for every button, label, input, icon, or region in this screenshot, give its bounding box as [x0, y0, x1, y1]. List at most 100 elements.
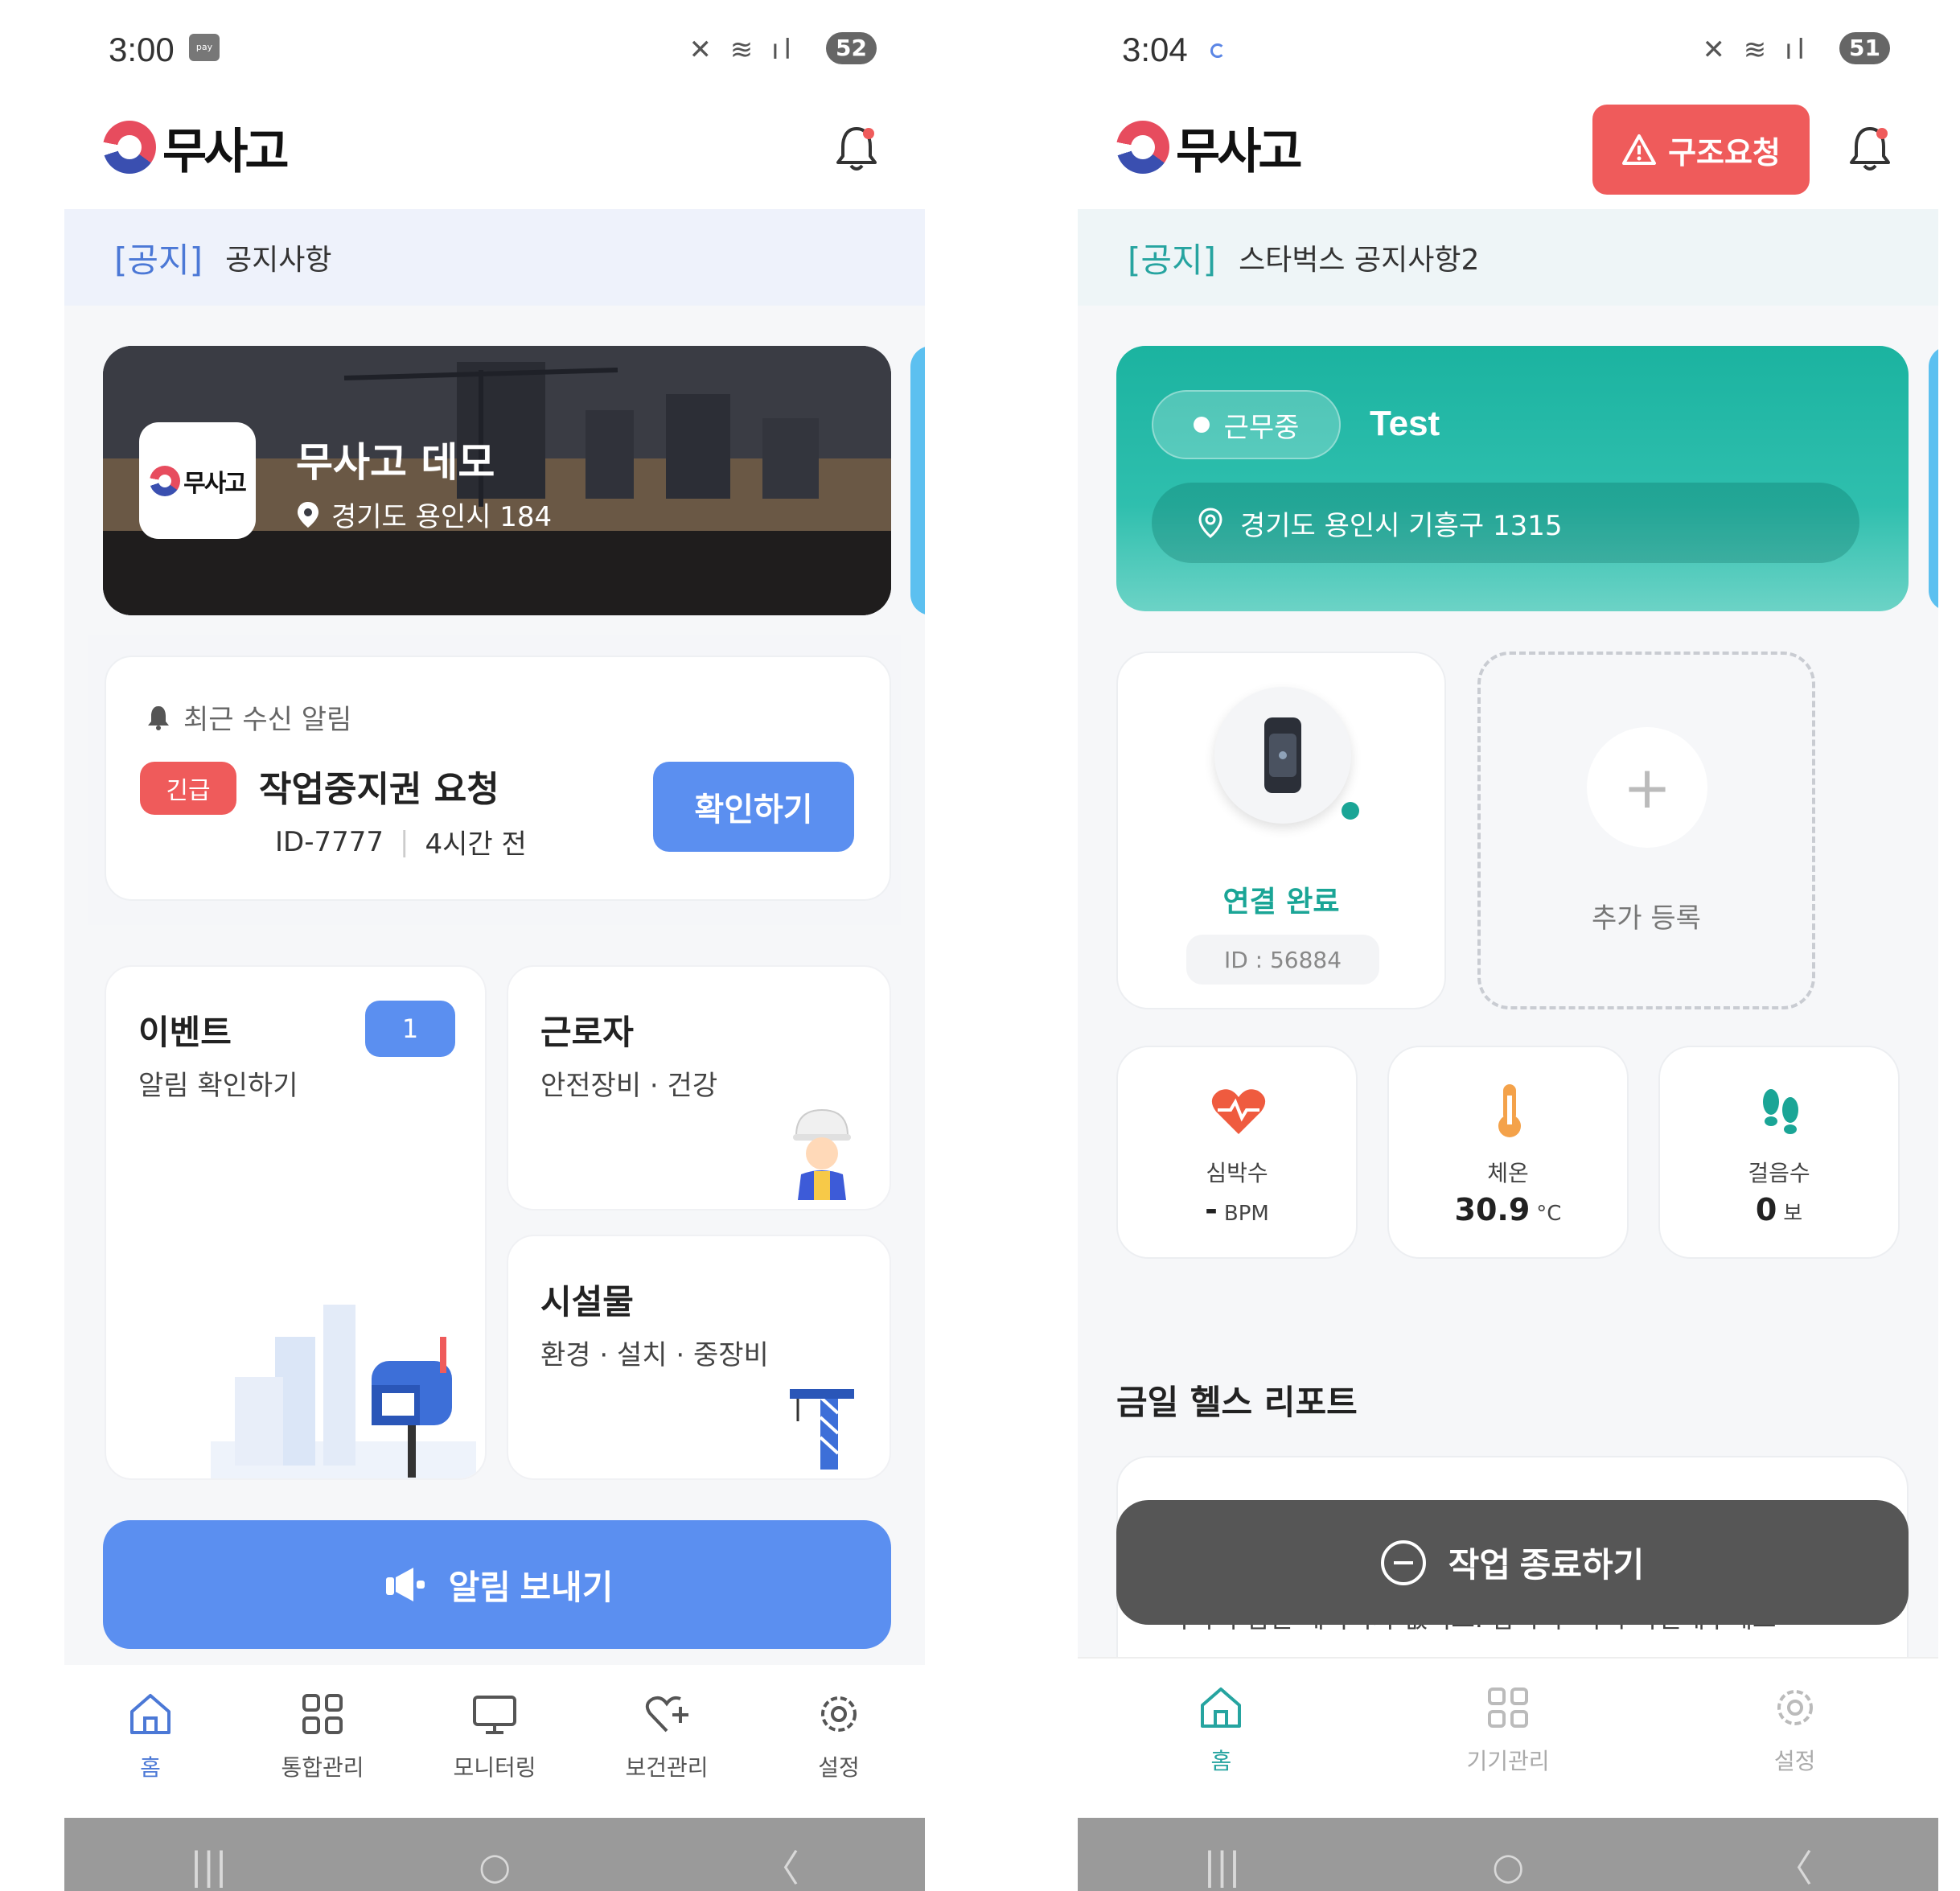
- phone-screen-left: 3:00 pay ✕ ≋ ıl 52 무사고 [공지] 공지사항 무사고 무사고…: [64, 16, 925, 1891]
- work-status-label: 근무중: [1223, 411, 1300, 444]
- nav-item-health[interactable]: 보건관리: [581, 1665, 753, 1818]
- site-name: 무사고 데모: [296, 439, 495, 486]
- back-icon[interactable]: 〈: [1776, 1840, 1813, 1891]
- location-pin-icon: [1198, 508, 1222, 538]
- crane-illustration-icon: [790, 1389, 854, 1470]
- vital-label: 체온: [1487, 1160, 1529, 1186]
- meta-divider: |: [400, 825, 409, 858]
- nav-label: 설정: [1773, 1748, 1816, 1774]
- app-header: 무사고 구조요청: [1078, 88, 1938, 209]
- sos-button-label: 구조요청: [1668, 136, 1781, 171]
- smartwatch-icon: [1264, 717, 1301, 793]
- next-card-peek[interactable]: [1929, 346, 1938, 611]
- nav-label: 기기관리: [1466, 1748, 1550, 1774]
- nav-item-integrated[interactable]: 통합관리: [236, 1665, 409, 1818]
- signal-icons: ✕ ≋ ıl: [688, 34, 796, 66]
- recent-apps-icon[interactable]: |||: [1203, 1844, 1241, 1888]
- temperature-unit: °C: [1536, 1202, 1562, 1226]
- add-device-card[interactable]: + 추가 등록: [1477, 652, 1815, 1009]
- tile-event[interactable]: 이벤트 알림 확인하기 1: [105, 965, 487, 1480]
- device-avatar: [1214, 687, 1351, 824]
- tile-subtitle: 환경 · 설치 · 중장비: [540, 1339, 769, 1371]
- location-pin-icon: [298, 501, 318, 528]
- nav-item-monitoring[interactable]: 모니터링: [409, 1665, 581, 1818]
- grid-icon: [1488, 1688, 1528, 1728]
- bottom-navigation: 홈 기기관리 설정: [1078, 1657, 1938, 1818]
- site-card[interactable]: 무사고 무사고 데모 경기도 용인시 184: [103, 346, 891, 615]
- vital-temperature: 체온 30.9 °C: [1387, 1046, 1629, 1259]
- send-alert-button[interactable]: 알림 보내기: [103, 1520, 891, 1649]
- status-dot-icon: [1193, 417, 1210, 433]
- footsteps-icon: [1763, 1089, 1798, 1134]
- bell-icon: [148, 705, 169, 730]
- system-navigation-bar: ||| ○ 〈: [64, 1818, 925, 1891]
- tile-worker[interactable]: 근로자 안전장비 · 건강: [507, 965, 891, 1211]
- notice-bar[interactable]: [공지] 스타벅스 공지사항2: [1078, 209, 1938, 306]
- next-site-card-peek[interactable]: [910, 346, 925, 615]
- tile-subtitle: 알림 확인하기: [138, 1070, 298, 1102]
- gear-icon: [1777, 1690, 1813, 1725]
- warning-icon: [1622, 134, 1657, 165]
- heart-rate-value: -: [1205, 1192, 1218, 1227]
- vital-label: 걸음수: [1748, 1160, 1810, 1186]
- notice-text: 공지사항: [225, 244, 332, 277]
- end-work-label: 작업 종료하기: [1448, 1546, 1645, 1584]
- vital-heart-rate: 심박수 - BPM: [1116, 1046, 1358, 1259]
- health-report-title: 금일 헬스 리포트: [1116, 1383, 1358, 1422]
- urgent-badge: 긴급: [140, 762, 236, 815]
- alert-header: 최근 수신 알림: [146, 697, 351, 737]
- logo-mark-icon: [150, 465, 181, 496]
- nav-item-settings[interactable]: 설정: [1651, 1659, 1938, 1818]
- gear-icon: [821, 1696, 857, 1732]
- site-logo: 무사고: [139, 422, 256, 539]
- temperature-value: 30.9: [1454, 1192, 1531, 1227]
- battery-icon: 51: [1839, 32, 1890, 64]
- site-logo-text: 무사고: [183, 469, 247, 498]
- bell-icon[interactable]: [828, 121, 885, 177]
- notice-text: 스타벅스 공지사항2: [1239, 244, 1480, 277]
- confirm-button[interactable]: 확인하기: [653, 762, 854, 852]
- nav-item-settings[interactable]: 설정: [753, 1665, 925, 1818]
- nav-label: 통합관리: [281, 1754, 364, 1781]
- notice-tag: [공지]: [1128, 240, 1217, 280]
- home-circle-icon[interactable]: ○: [479, 1844, 511, 1888]
- alert-title: 작업중지권 요청: [259, 769, 499, 810]
- steps-unit: 보: [1783, 1202, 1803, 1226]
- nav-label: 모니터링: [453, 1754, 536, 1781]
- device-card[interactable]: 연결 완료 ID : 56884: [1116, 652, 1446, 1009]
- recent-apps-icon[interactable]: |||: [190, 1844, 228, 1888]
- sos-button[interactable]: 구조요청: [1592, 105, 1810, 195]
- system-navigation-bar: ||| ○ 〈: [1078, 1818, 1938, 1891]
- nav-item-home[interactable]: 홈: [64, 1665, 236, 1818]
- worker-name: Test: [1370, 404, 1440, 443]
- grid-icon: [302, 1694, 343, 1734]
- alert-header-label: 최근 수신 알림: [183, 704, 352, 736]
- megaphone-icon: [385, 1568, 425, 1601]
- add-device-label: 추가 등록: [1592, 902, 1701, 935]
- vital-value: 30.9 °C: [1389, 1192, 1627, 1227]
- nav-item-devices[interactable]: 기기관리: [1365, 1659, 1652, 1818]
- home-icon: [130, 1694, 171, 1734]
- status-bar: 3:04 ✕ ≋ ıl 51: [1078, 16, 1938, 88]
- back-icon[interactable]: 〈: [762, 1840, 799, 1891]
- device-id: ID : 56884: [1186, 935, 1379, 985]
- app-header: 무사고: [64, 88, 925, 209]
- nav-item-home[interactable]: 홈: [1078, 1659, 1365, 1818]
- tile-facility[interactable]: 시설물 환경 · 설치 · 중장비: [507, 1235, 891, 1480]
- bell-icon[interactable]: [1842, 121, 1898, 177]
- phone-screen-right: 3:04 ✕ ≋ ıl 51 무사고 구조요청 [공지] 스타벅스 공지사항2 …: [1078, 16, 1938, 1891]
- send-alert-label: 알림 보내기: [448, 1568, 614, 1606]
- end-work-button[interactable]: 작업 종료하기: [1116, 1500, 1909, 1625]
- logo-text: 무사고: [162, 123, 290, 180]
- event-count-badge: 1: [365, 1001, 455, 1057]
- alert-time: 4시간 전: [425, 828, 527, 861]
- work-status-card[interactable]: 근무중 Test 경기도 용인시 기흥구 1315: [1116, 346, 1909, 611]
- plus-icon: +: [1587, 727, 1707, 848]
- battery-icon: 52: [826, 32, 877, 64]
- home-circle-icon[interactable]: ○: [1492, 1844, 1524, 1888]
- notice-bar[interactable]: [공지] 공지사항: [64, 209, 925, 306]
- tile-subtitle: 안전장비 · 건강: [540, 1070, 718, 1102]
- recent-alert-card[interactable]: 최근 수신 알림 긴급 작업중지권 요청 ID-7777 | 4시간 전 확인하…: [105, 656, 891, 901]
- minus-circle-icon: [1380, 1540, 1426, 1585]
- work-status-pill: 근무중: [1152, 390, 1341, 459]
